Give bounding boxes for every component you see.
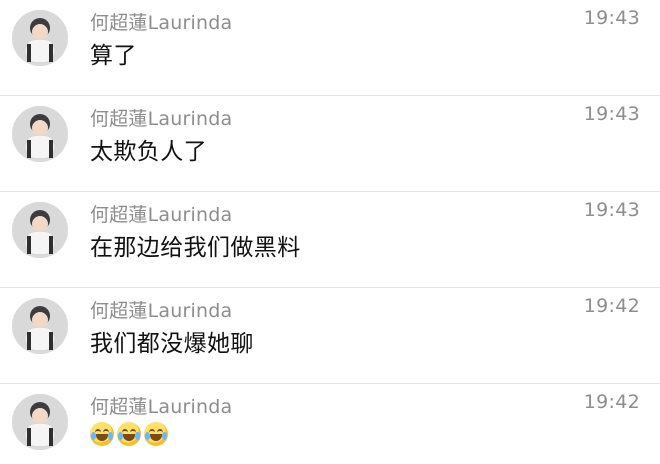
avatar[interactable] bbox=[12, 10, 68, 66]
avatar-image bbox=[12, 202, 68, 258]
message-preview: 我们都没爆她聊 bbox=[90, 331, 254, 357]
chat-list-item[interactable]: 何超蓮Laurinda 19:43 太欺负人了 bbox=[0, 96, 660, 192]
chat-list: 何超蓮Laurinda 19:43 算了 何超蓮Laurinda 19:43 太… bbox=[0, 0, 660, 464]
avatar[interactable] bbox=[12, 202, 68, 258]
avatar-image bbox=[12, 298, 68, 354]
sender-name: 何超蓮Laurinda bbox=[90, 300, 233, 322]
avatar-image bbox=[12, 106, 68, 162]
sender-name: 何超蓮Laurinda bbox=[90, 12, 233, 34]
timestamp: 19:43 bbox=[583, 103, 640, 125]
tear-icon bbox=[108, 432, 113, 440]
timestamp: 19:42 bbox=[583, 391, 640, 413]
chat-list-item[interactable]: 何超蓮Laurinda 19:43 算了 bbox=[0, 0, 660, 96]
emoji-message bbox=[90, 422, 168, 446]
sender-name: 何超蓮Laurinda bbox=[90, 396, 233, 418]
avatar-image bbox=[12, 394, 68, 450]
sender-name: 何超蓮Laurinda bbox=[90, 204, 233, 226]
timestamp: 19:43 bbox=[583, 199, 640, 221]
message-preview: 在那边给我们做黑料 bbox=[90, 235, 301, 261]
chat-list-item[interactable]: 何超蓮Laurinda 19:42 我们都没爆她聊 bbox=[0, 288, 660, 384]
crying-laughing-emoji bbox=[144, 422, 168, 446]
crying-laughing-emoji bbox=[117, 422, 141, 446]
sender-name: 何超蓮Laurinda bbox=[90, 108, 233, 130]
message-preview: 太欺负人了 bbox=[90, 139, 207, 165]
mouth-icon bbox=[123, 434, 135, 441]
timestamp: 19:43 bbox=[583, 7, 640, 29]
tear-icon bbox=[135, 432, 140, 440]
avatar[interactable] bbox=[12, 106, 68, 162]
avatar-image bbox=[12, 10, 68, 66]
tear-icon bbox=[162, 432, 167, 440]
timestamp: 19:42 bbox=[583, 295, 640, 317]
mouth-icon bbox=[96, 434, 108, 441]
avatar[interactable] bbox=[12, 298, 68, 354]
mouth-icon bbox=[150, 434, 162, 441]
chat-list-item[interactable]: 何超蓮Laurinda 19:43 在那边给我们做黑料 bbox=[0, 192, 660, 288]
crying-laughing-emoji bbox=[90, 422, 114, 446]
message-preview: 算了 bbox=[90, 43, 137, 69]
avatar[interactable] bbox=[12, 394, 68, 450]
